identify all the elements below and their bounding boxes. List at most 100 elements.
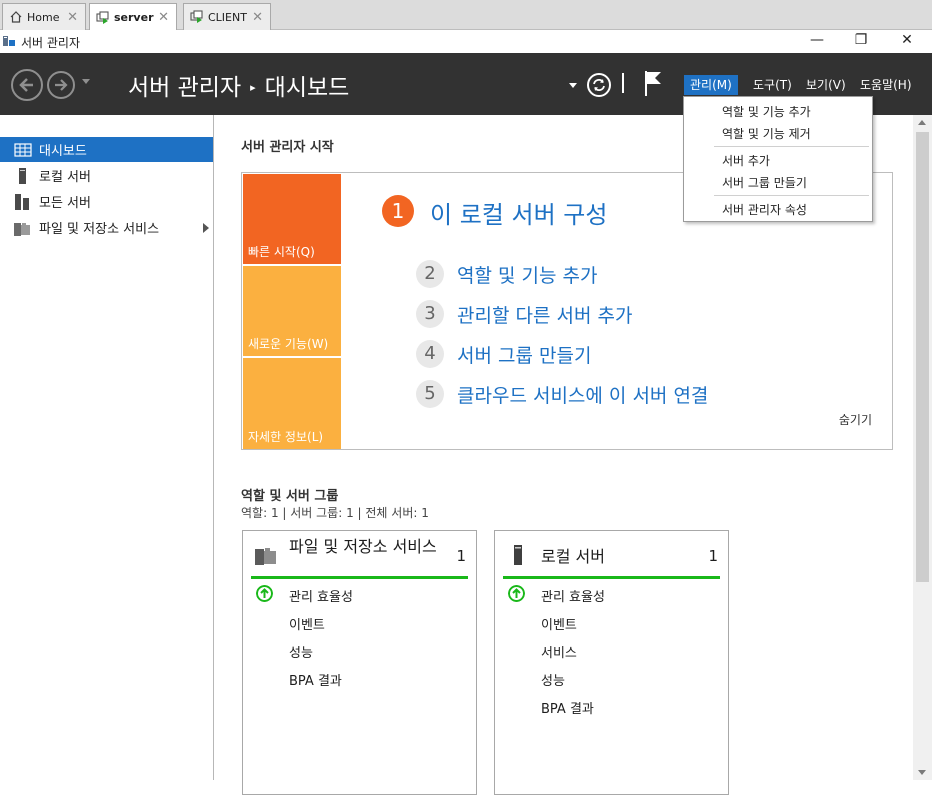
close-button[interactable]: ✕ bbox=[884, 30, 930, 53]
card-title[interactable]: 로컬 서버 bbox=[541, 547, 701, 567]
card-row-manageability[interactable]: 관리 효율성 bbox=[289, 586, 353, 605]
vm-tab-home[interactable]: Home ✕ bbox=[2, 3, 86, 30]
card-row-events[interactable]: 이벤트 bbox=[289, 614, 325, 633]
close-icon[interactable]: ✕ bbox=[67, 10, 78, 25]
minimize-button[interactable]: — bbox=[794, 30, 840, 53]
servers-icon bbox=[15, 193, 29, 210]
sidebar-item-file-storage[interactable]: 파일 및 저장소 서비스 bbox=[0, 215, 213, 240]
vertical-scrollbar[interactable] bbox=[913, 115, 932, 780]
card-row-events[interactable]: 이벤트 bbox=[541, 614, 577, 633]
close-icon[interactable]: ✕ bbox=[252, 10, 263, 25]
step-2-number: 2 bbox=[416, 260, 444, 288]
menu-item-create-server-group[interactable]: 서버 그룹 만들기 bbox=[722, 174, 807, 191]
status-bar bbox=[251, 576, 468, 579]
refresh-icon[interactable] bbox=[586, 72, 612, 98]
sidebar-item-label: 모든 서버 bbox=[39, 196, 91, 211]
flag-icon[interactable] bbox=[642, 69, 664, 97]
server-icon bbox=[514, 545, 522, 565]
back-button[interactable] bbox=[11, 69, 43, 101]
roles-groups-stats: 역할: 1 | 서버 그룹: 1 | 전체 서버: 1 bbox=[241, 506, 429, 520]
menu-view[interactable]: 보기(V) bbox=[800, 75, 852, 95]
card-row-performance[interactable]: 성능 bbox=[541, 670, 565, 689]
card-count: 1 bbox=[708, 547, 718, 565]
tile-label: 빠른 시작(Q) bbox=[248, 245, 315, 259]
dashboard-icon bbox=[14, 142, 32, 157]
card-row-bpa[interactable]: BPA 결과 bbox=[541, 698, 594, 717]
menu-item-add-roles[interactable]: 역할 및 기능 추가 bbox=[722, 103, 811, 120]
file-storage-icon bbox=[14, 222, 30, 236]
vm-tab-label: Home bbox=[27, 10, 60, 24]
scroll-up-icon[interactable] bbox=[918, 120, 926, 125]
vm-tab-label: CLIENT bbox=[208, 10, 247, 24]
hide-link[interactable]: 숨기기 bbox=[839, 411, 872, 428]
sidebar-item-label: 로컬 서버 bbox=[39, 170, 91, 185]
menu-separator bbox=[714, 146, 869, 147]
vm-icon bbox=[190, 10, 203, 23]
menu-item-properties[interactable]: 서버 관리자 속성 bbox=[722, 201, 807, 218]
close-icon[interactable]: ✕ bbox=[158, 10, 169, 25]
roles-groups-heading: 역할 및 서버 그룹 bbox=[241, 489, 339, 504]
scroll-thumb[interactable] bbox=[916, 132, 929, 582]
menu-item-remove-roles[interactable]: 역할 및 기능 제거 bbox=[722, 125, 811, 142]
card-row-manageability[interactable]: 관리 효율성 bbox=[541, 586, 605, 605]
file-storage-icon bbox=[255, 548, 276, 565]
menu-manage[interactable]: 관리(M) bbox=[684, 75, 738, 95]
history-dropdown-icon[interactable] bbox=[82, 79, 90, 84]
sidebar-item-all-servers[interactable]: 모든 서버 bbox=[0, 189, 213, 214]
step-1-link[interactable]: 이 로컬 서버 구성 bbox=[430, 195, 607, 230]
sidebar-item-label: 대시보드 bbox=[39, 144, 87, 159]
notifications-dropdown-icon[interactable] bbox=[569, 83, 577, 88]
step-1-number: 1 bbox=[382, 195, 414, 227]
vm-tab-strip: Home ✕ server ✕ CLIENT ✕ bbox=[0, 0, 932, 31]
card-title[interactable]: 파일 및 저장소 서비스 bbox=[289, 537, 449, 557]
menu-item-add-servers[interactable]: 서버 추가 bbox=[722, 152, 770, 169]
maximize-button[interactable]: ❐ bbox=[838, 30, 884, 53]
sidebar-item-local-server[interactable]: 로컬 서버 bbox=[0, 163, 213, 188]
sidebar: 대시보드 로컬 서버 모든 서버 파일 및 저장소 서비스 bbox=[0, 115, 214, 780]
arrow-left-icon bbox=[19, 78, 33, 92]
breadcrumb: 서버 관리자 ▸ 대시보드 bbox=[128, 68, 349, 102]
menu-help[interactable]: 도움말(H) bbox=[854, 75, 918, 95]
step-5-number: 5 bbox=[416, 380, 444, 408]
step-4-link[interactable]: 서버 그룹 만들기 bbox=[457, 341, 591, 368]
card-row-bpa[interactable]: BPA 결과 bbox=[289, 670, 342, 689]
forward-button[interactable] bbox=[47, 71, 75, 99]
breadcrumb-separator: ▸ bbox=[250, 81, 256, 94]
vm-tab-label: server bbox=[114, 11, 154, 24]
menu-tools[interactable]: 도구(T) bbox=[747, 75, 798, 95]
tile-whats-new[interactable]: 새로운 기능(W) bbox=[243, 266, 341, 356]
card-row-services[interactable]: 서비스 bbox=[541, 642, 577, 661]
manage-dropdown-menu: 역할 및 기능 추가 역할 및 기능 제거 서버 추가 서버 그룹 만들기 서버… bbox=[683, 96, 873, 222]
sidebar-item-dashboard[interactable]: 대시보드 bbox=[0, 137, 213, 162]
vm-tab-client[interactable]: CLIENT ✕ bbox=[183, 3, 271, 30]
scroll-down-icon[interactable] bbox=[918, 770, 926, 775]
status-bar bbox=[503, 576, 720, 579]
status-ok-icon bbox=[256, 585, 273, 602]
step-5-link[interactable]: 클라우드 서비스에 이 서버 연결 bbox=[457, 381, 708, 408]
vm-icon bbox=[96, 10, 109, 24]
step-3-link[interactable]: 관리할 다른 서버 추가 bbox=[457, 301, 632, 328]
card-count: 1 bbox=[456, 547, 466, 565]
sidebar-item-label: 파일 및 저장소 서비스 bbox=[39, 222, 160, 237]
vm-tab-server[interactable]: server ✕ bbox=[89, 3, 177, 31]
breadcrumb-app[interactable]: 서버 관리자 bbox=[128, 75, 241, 101]
server-icon bbox=[19, 167, 26, 184]
step-3-number: 3 bbox=[416, 300, 444, 328]
header-divider bbox=[622, 73, 624, 93]
tile-learn-more[interactable]: 자세한 정보(L) bbox=[243, 358, 341, 449]
tile-label: 자세한 정보(L) bbox=[248, 430, 324, 444]
tile-label: 새로운 기능(W) bbox=[248, 337, 329, 351]
card-local-server: 로컬 서버 1 관리 효율성 이벤트 서비스 성능 BPA 결과 bbox=[494, 530, 729, 795]
menu-separator bbox=[714, 195, 869, 196]
home-icon bbox=[10, 11, 22, 23]
card-row-performance[interactable]: 성능 bbox=[289, 642, 313, 661]
expand-arrow-icon[interactable] bbox=[203, 223, 209, 233]
status-ok-icon bbox=[508, 585, 525, 602]
server-manager-icon bbox=[3, 36, 15, 46]
window-title: 서버 관리자 bbox=[21, 36, 81, 50]
step-2-link[interactable]: 역할 및 기능 추가 bbox=[457, 261, 597, 288]
card-file-storage: 파일 및 저장소 서비스 1 관리 효율성 이벤트 성능 BPA 결과 bbox=[242, 530, 477, 795]
tile-quick-start[interactable]: 빠른 시작(Q) bbox=[243, 174, 341, 264]
step-4-number: 4 bbox=[416, 340, 444, 368]
arrow-right-icon bbox=[55, 79, 68, 91]
